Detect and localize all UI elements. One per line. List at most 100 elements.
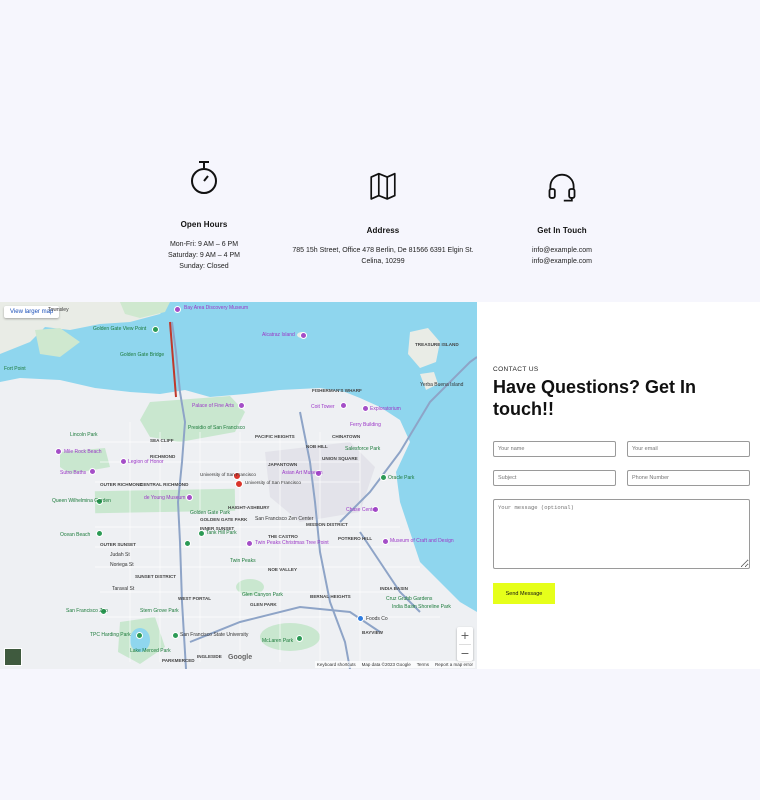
poi-pin[interactable] [238, 402, 245, 409]
map-label[interactable]: Golden Gate Bridge [120, 352, 164, 358]
map-label[interactable]: TPC Harding Park [90, 632, 131, 638]
poi-pin[interactable] [152, 326, 159, 333]
report-error-link[interactable]: Report a map error [435, 662, 473, 667]
contact-headline: Have Questions? Get In touch!! [493, 377, 697, 419]
poi-pin[interactable] [340, 402, 347, 409]
map-label: BERNAL HEIGHTS [310, 594, 351, 599]
map-label: JAPANTOWN [268, 462, 298, 467]
contact-eyebrow: CONTACT US [493, 366, 539, 373]
terms-link[interactable]: Terms [417, 662, 429, 667]
poi-pin[interactable] [136, 632, 143, 639]
map-label[interactable]: Salesforce Park [345, 446, 380, 452]
name-input[interactable] [493, 441, 616, 457]
map-label[interactable]: Ferry Building [350, 422, 381, 428]
map-label[interactable]: Museum of Craft and Design [390, 538, 454, 544]
map-label[interactable]: Glen Canyon Park [242, 592, 283, 598]
poi-pin[interactable] [184, 540, 191, 547]
map-label[interactable]: Oracle Park [388, 475, 414, 481]
email-link[interactable]: info@example.com [447, 256, 677, 267]
satellite-toggle[interactable] [4, 648, 22, 666]
keyboard-shortcuts-link[interactable]: Keyboard shortcuts [317, 662, 356, 667]
poi-pin[interactable] [198, 530, 205, 537]
map-label[interactable]: Twin Peaks [230, 558, 256, 564]
map-label[interactable]: Stern Grove Park [140, 608, 179, 614]
stopwatch-icon [191, 161, 217, 194]
map-label[interactable]: Lake Merced Park [130, 648, 171, 654]
map-label[interactable]: Cruz Grubb Gardens [386, 596, 432, 602]
map-label: FISHERMAN'S WHARF [312, 388, 362, 393]
map-label[interactable]: Palace of Fine Arts [192, 403, 234, 409]
map-label: MISSION DISTRICT [306, 522, 348, 527]
poi-pin[interactable] [186, 494, 193, 501]
map-label[interactable]: Asian Art Museum [282, 470, 323, 476]
map-label: GLEN PARK [250, 602, 277, 607]
poi-pin[interactable] [172, 632, 179, 639]
map-label[interactable]: Fort Point [4, 366, 26, 372]
send-message-button[interactable]: Send Message [493, 583, 555, 604]
poi-pin[interactable] [174, 306, 181, 313]
map-label[interactable]: Coit Tower [311, 404, 335, 410]
map-label[interactable]: de Young Museum [144, 495, 185, 501]
poi-pin[interactable] [246, 540, 253, 547]
map-label: Townsley [48, 307, 69, 313]
map-label[interactable]: San Francisco Zoo [66, 608, 108, 614]
map-label[interactable]: India Basin Shoreline Park [392, 604, 451, 610]
get-in-touch-title: Get In Touch [537, 226, 587, 235]
phone-input[interactable] [627, 470, 750, 486]
map-attribution: Keyboard shortcuts Map data ©2023 Google… [314, 661, 475, 668]
map-label: Taraval St [112, 586, 135, 592]
map-label[interactable]: Chase Center [346, 507, 377, 513]
poi-pin[interactable] [300, 332, 307, 339]
map-label[interactable]: Tank Hill Park [206, 530, 237, 536]
zoom-out-button[interactable]: − [457, 645, 473, 662]
map-label: San Francisco Zen Center [255, 516, 314, 522]
map-label: Noriega St [110, 562, 134, 568]
poi-pin[interactable] [296, 635, 303, 642]
embedded-map[interactable]: View larger map Bay Area Discovery Museu… [0, 302, 477, 669]
map-label[interactable]: Golden Gate View Point [93, 326, 146, 332]
poi-pin[interactable] [120, 458, 127, 465]
map-label: NOE VALLEY [268, 567, 298, 572]
map-label[interactable]: Queen Wilhelmina Garden [52, 498, 111, 504]
map-label[interactable]: Bay Area Discovery Museum [184, 305, 248, 311]
map-label: OUTER RICHMOND [100, 482, 143, 487]
subject-input[interactable] [493, 470, 616, 486]
map-label: SUNSET DISTRICT [135, 574, 177, 579]
map-label: Foods Co [366, 616, 388, 622]
headset-icon [548, 173, 576, 202]
zoom-controls: + − [457, 627, 473, 661]
info-row: Open Hours Mon-Fri: 9 AM – 6 PM Saturday… [0, 160, 760, 280]
map-label[interactable]: Lincoln Park [70, 432, 98, 438]
map-label[interactable]: Legion of Honor [128, 459, 164, 465]
poi-pin[interactable] [96, 530, 103, 537]
map-label[interactable]: Sutro Baths [60, 470, 86, 476]
poi-pin[interactable] [357, 615, 364, 622]
email-input[interactable] [627, 441, 750, 457]
map-label[interactable]: McLaren Park [262, 638, 293, 644]
map-label[interactable]: Alcatraz Island [262, 332, 295, 338]
map-label: HAIGHT-ASHBURY [228, 505, 270, 510]
map-label: RICHMOND [150, 454, 176, 459]
poi-pin[interactable] [380, 474, 387, 481]
map-label: San Francisco State University [180, 632, 249, 638]
get-in-touch-block: Get In Touch info@example.com info@examp… [447, 160, 677, 267]
map-label[interactable]: Ocean Beach [60, 532, 90, 538]
email-link[interactable]: info@example.com [447, 245, 677, 256]
map-label: NOB HILL [306, 444, 328, 449]
map-label[interactable]: Golden Gate Park [190, 510, 230, 516]
map-label[interactable]: Mile Rock Beach [64, 449, 102, 455]
map-label: GOLDEN GATE PARK [200, 517, 248, 522]
poi-pin[interactable] [89, 468, 96, 475]
location-pin[interactable] [235, 480, 243, 488]
poi-pin[interactable] [382, 538, 389, 545]
map-label: SEA CLIFF [150, 438, 174, 443]
map-label: WEST PORTAL [178, 596, 212, 601]
poi-pin[interactable] [55, 448, 62, 455]
map-label[interactable]: Presidio of San Francisco [188, 425, 245, 431]
message-textarea[interactable] [493, 499, 750, 569]
map-label[interactable]: Twin Peaks Christmas Tree Point [255, 540, 329, 546]
poi-pin[interactable] [362, 405, 369, 412]
zoom-in-button[interactable]: + [457, 627, 473, 644]
map-label[interactable]: Exploratorium [370, 406, 401, 412]
map-label: PACIFIC HEIGHTS [255, 434, 295, 439]
